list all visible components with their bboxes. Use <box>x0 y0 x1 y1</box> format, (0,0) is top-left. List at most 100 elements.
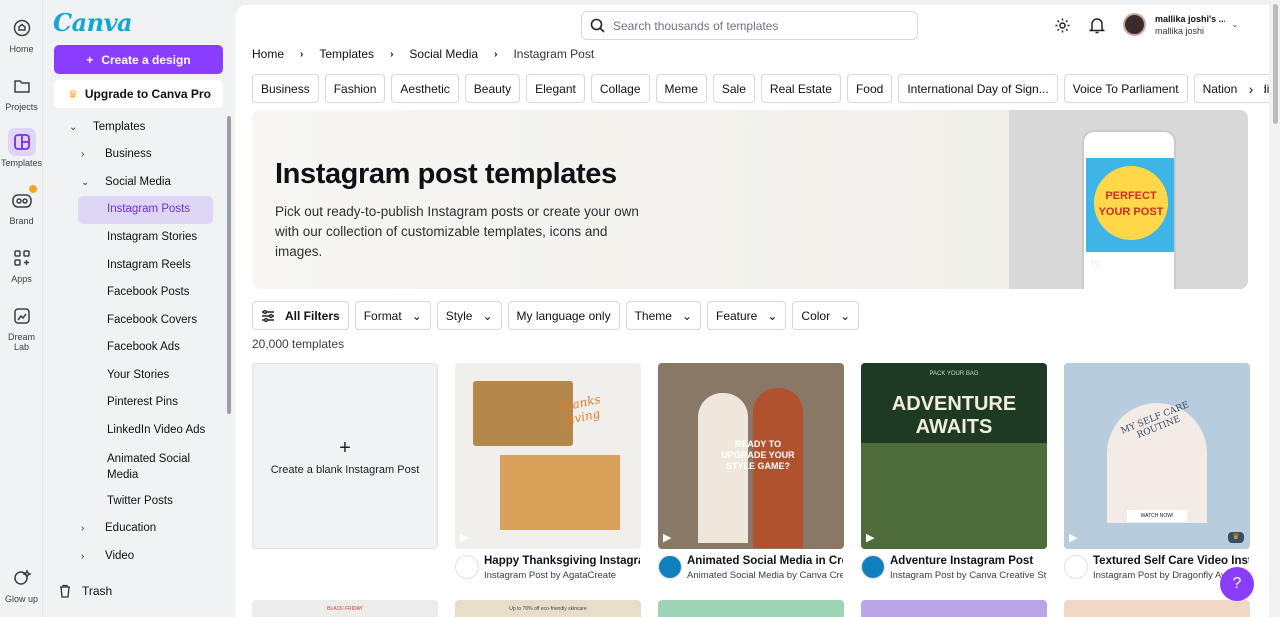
tree-item-social-media[interactable]: ⌄ Social Media <box>81 176 171 188</box>
chip-international-day[interactable]: International Day of Sign... <box>898 74 1058 103</box>
create-design-button[interactable]: + Create a design <box>54 45 223 74</box>
tree-item-your-stories[interactable]: Your Stories <box>107 369 169 381</box>
hero-banner: Instagram post templates Pick out ready-… <box>252 110 1248 289</box>
side-panel: Canva + Create a design ♛ Upgrade to Can… <box>43 0 235 617</box>
card-title[interactable]: Adventure Instagram Post <box>890 555 1046 567</box>
play-icon[interactable]: ▶ <box>1069 531 1077 544</box>
page-scrollbar[interactable] <box>1271 0 1280 617</box>
upgrade-pro-button[interactable]: ♛ Upgrade to Canva Pro <box>54 80 223 108</box>
chip-food[interactable]: Food <box>846 74 893 103</box>
template-card[interactable] <box>1064 600 1250 617</box>
tree-item-twitter-posts[interactable]: Twitter Posts <box>107 495 173 507</box>
card-title[interactable]: Animated Social Media in Cream <box>687 555 843 567</box>
tree-label: Twitter Posts <box>107 495 173 507</box>
chip-real-estate[interactable]: Real Estate <box>760 74 841 103</box>
tree-item-instagram-posts[interactable]: Instagram Posts <box>107 203 190 215</box>
chip-voice-to-parliament[interactable]: Voice To Parliament <box>1063 74 1188 103</box>
rail-glow-up-label: Glow up <box>4 594 39 604</box>
tree-item-education[interactable]: › Education <box>81 522 156 534</box>
plus-icon: + <box>339 436 351 459</box>
user-name[interactable]: mallika joshi's ... <box>1155 14 1225 24</box>
notifications-button[interactable] <box>1087 15 1107 35</box>
chevron-right-icon: › <box>300 48 304 60</box>
help-button[interactable]: ? <box>1220 567 1254 601</box>
template-card[interactable]: thanks giving ▶ <box>455 363 641 549</box>
breadcrumb-templates[interactable]: Templates <box>319 47 374 61</box>
color-label: Color <box>801 308 831 323</box>
play-icon[interactable]: ▶ <box>866 531 874 544</box>
theme-dropdown[interactable]: Theme ⌄ <box>625 301 701 330</box>
chevron-down-icon: ⌄ <box>767 308 778 323</box>
rail-dream-lab[interactable]: Dream Lab <box>0 302 43 352</box>
trash-icon <box>60 584 70 598</box>
rail-projects[interactable]: Projects <box>0 72 43 112</box>
trash-label: Trash <box>82 584 113 598</box>
canva-logo[interactable]: Canva <box>53 8 133 37</box>
chevron-right-icon[interactable]: › <box>1238 77 1264 101</box>
tree-item-pinterest-pins[interactable]: Pinterest Pins <box>107 396 178 408</box>
tree-item-linkedin-video-ads[interactable]: LinkedIn Video Ads <box>107 424 205 436</box>
color-dropdown[interactable]: Color ⌄ <box>792 301 860 330</box>
play-icon[interactable]: ▶ <box>663 531 671 544</box>
style-dropdown[interactable]: Style ⌄ <box>436 301 502 330</box>
chip-beauty[interactable]: Beauty <box>464 74 521 103</box>
breadcrumb-home[interactable]: Home <box>252 47 284 61</box>
language-toggle[interactable]: My language only <box>507 301 620 330</box>
feature-dropdown[interactable]: Feature ⌄ <box>707 301 787 330</box>
card-overlay-text: ADVENTURE AWAITS <box>891 393 1017 438</box>
chip-elegant[interactable]: Elegant <box>526 74 585 103</box>
template-card[interactable]: Up to 70% off eco-friendly skincare <box>455 600 641 617</box>
template-card[interactable] <box>861 600 1047 617</box>
card-subtitle[interactable]: Instagram Post by Canva Creative Studio <box>890 570 1046 581</box>
template-card[interactable] <box>658 600 844 617</box>
search-input[interactable]: Search thousands of templates <box>581 11 918 40</box>
template-card[interactable]: BLACK FRIDAY <box>252 600 438 617</box>
heart-icon: ♡ <box>1090 258 1101 272</box>
panel-scrollbar[interactable] <box>227 116 231 414</box>
tree-item-facebook-covers[interactable]: Facebook Covers <box>107 314 197 326</box>
trash-link[interactable]: Trash <box>58 584 112 598</box>
tree-item-templates[interactable]: ⌄ Templates <box>69 121 145 133</box>
all-filters-button[interactable]: All Filters <box>252 301 349 330</box>
avatar[interactable] <box>1123 13 1146 36</box>
rail-apps[interactable]: Apps <box>0 244 43 284</box>
card-subtitle[interactable]: Instagram Post by AgataCreate <box>484 570 640 581</box>
chip-fashion[interactable]: Fashion <box>324 74 386 103</box>
template-card[interactable]: MY SELF CARE ROUTINE WATCH NOW! ▶ ♛ <box>1064 363 1250 549</box>
chevron-down-icon[interactable]: ⌄ <box>1231 19 1239 30</box>
chip-business[interactable]: Business <box>252 74 319 103</box>
tree-item-facebook-ads[interactable]: Facebook Ads <box>107 341 180 353</box>
tree-label: Templates <box>93 121 146 133</box>
card-subtitle[interactable]: Animated Social Media by Canva Creative <box>687 570 843 581</box>
create-blank-card[interactable]: + Create a blank Instagram Post <box>252 363 438 549</box>
settings-button[interactable] <box>1052 15 1072 35</box>
home-icon <box>13 19 30 37</box>
creator-avatar <box>861 555 885 579</box>
create-blank-label: Create a blank Instagram Post <box>270 463 420 476</box>
chip-meme[interactable]: Meme <box>655 74 707 103</box>
tree-item-animated-social-media[interactable]: Animated Social Media <box>107 451 207 483</box>
template-card[interactable]: READY TO UPGRADE YOUR STYLE GAME? ▶ <box>658 363 844 549</box>
chip-sale[interactable]: Sale <box>712 74 755 103</box>
play-icon[interactable]: ▶ <box>460 531 468 544</box>
tree-item-facebook-posts[interactable]: Facebook Posts <box>107 286 189 298</box>
style-label: Style <box>445 308 473 323</box>
rail-templates[interactable]: Templates <box>0 128 43 168</box>
tree-item-video[interactable]: › Video <box>81 550 134 562</box>
tree-item-instagram-stories[interactable]: Instagram Stories <box>107 231 197 243</box>
card-title[interactable]: Happy Thanksgiving Instagram Post <box>484 555 640 567</box>
tree-item-business[interactable]: › Business <box>81 148 152 160</box>
card-title[interactable]: Textured Self Care Video Instagram Post <box>1093 555 1249 567</box>
rail-home[interactable]: Home <box>0 14 43 54</box>
chip-collage[interactable]: Collage <box>590 74 650 103</box>
folder-icon <box>13 80 30 93</box>
rail-glow-up[interactable]: Glow up <box>0 564 43 604</box>
scrollbar-thumb[interactable] <box>1273 4 1278 124</box>
card-caption: Animated Social Media in Cream Animated … <box>658 555 844 581</box>
breadcrumb-social-media[interactable]: Social Media <box>409 47 478 61</box>
template-card[interactable]: PACK YOUR BAG ADVENTURE AWAITS ▶ <box>861 363 1047 549</box>
chip-aesthetic[interactable]: Aesthetic <box>391 74 459 103</box>
tree-item-instagram-reels[interactable]: Instagram Reels <box>107 259 191 271</box>
card-caption: Happy Thanksgiving Instagram Post Instag… <box>455 555 641 581</box>
format-dropdown[interactable]: Format ⌄ <box>354 301 431 330</box>
